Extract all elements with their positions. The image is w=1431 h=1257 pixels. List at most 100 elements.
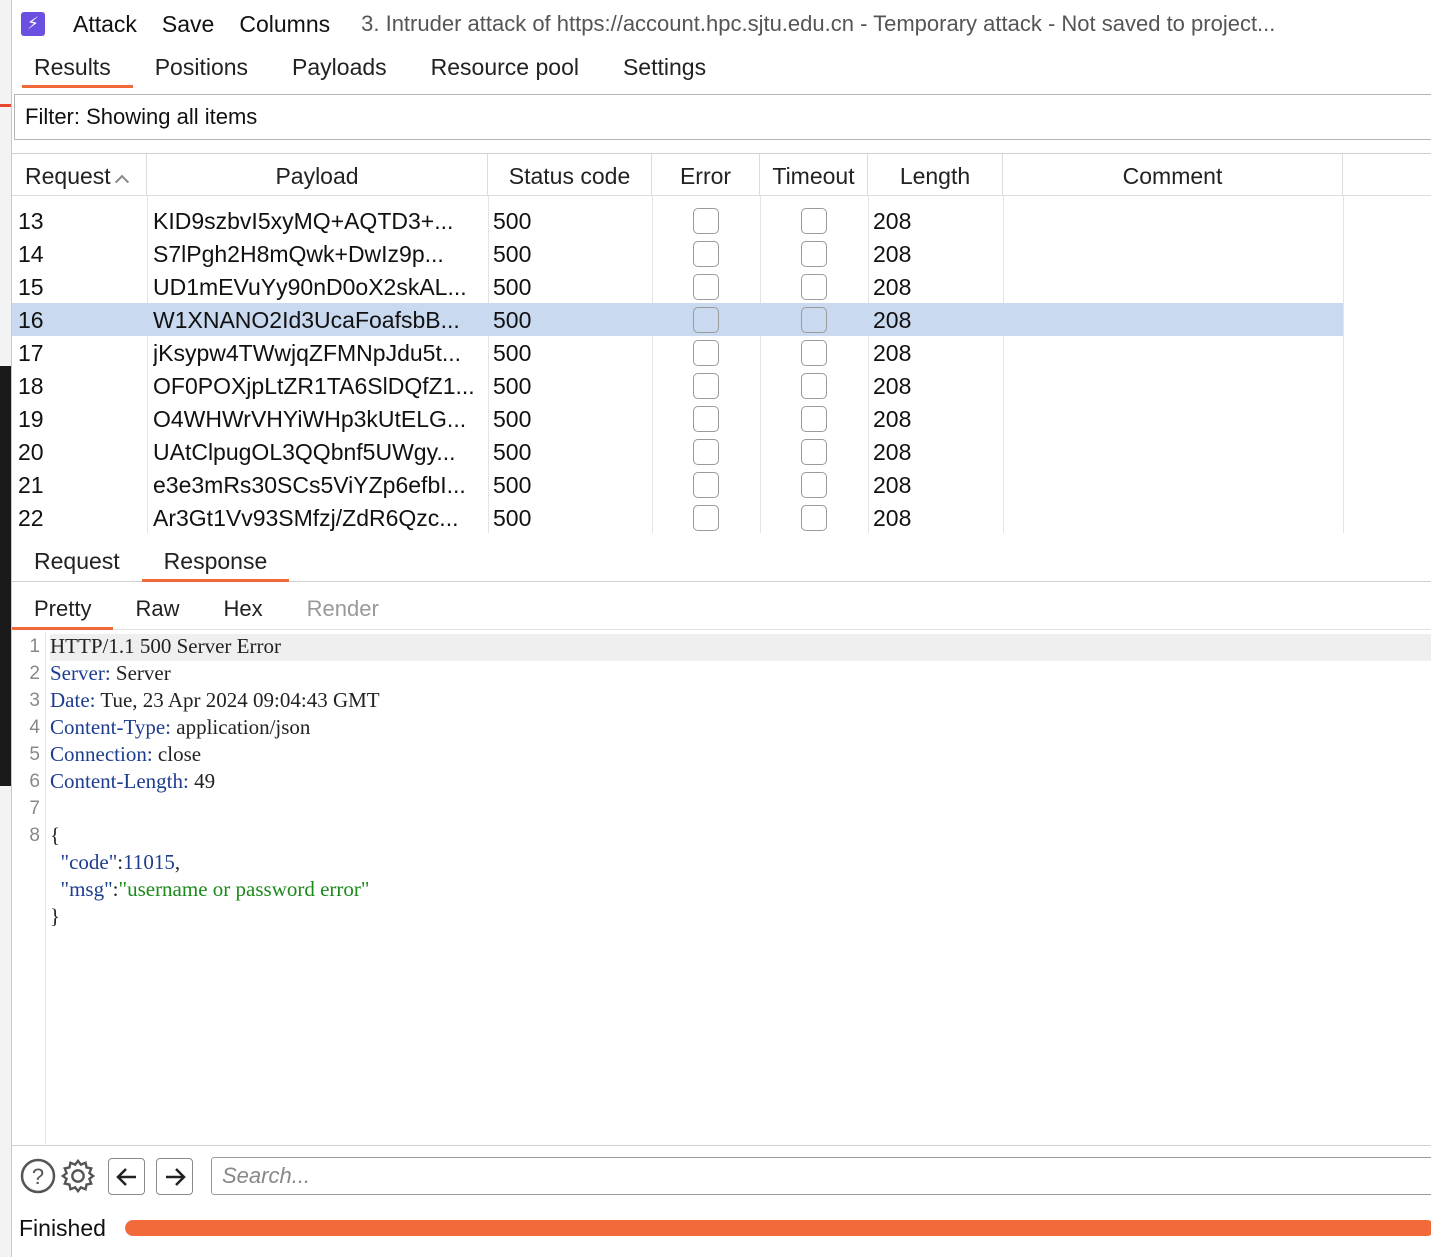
- settings-button[interactable]: [60, 1158, 96, 1194]
- cell-status: 500: [493, 406, 532, 432]
- header-name: Server: [50, 661, 105, 685]
- back-button[interactable]: [108, 1158, 145, 1195]
- checkbox-error: [693, 439, 719, 465]
- menu-attack[interactable]: Attack: [73, 11, 137, 38]
- gear-icon: [60, 1158, 96, 1194]
- cell-payload: OF0POXjpLtZR1TA6SlDQfZ1...: [153, 373, 475, 399]
- tab-positions[interactable]: Positions: [133, 48, 270, 88]
- cell-payload: O4WHWrVHYiWHp3kUtELG...: [153, 406, 467, 432]
- column-header-length[interactable]: Length: [868, 154, 1003, 196]
- forward-button[interactable]: [156, 1158, 193, 1195]
- search-input[interactable]: [211, 1157, 1431, 1195]
- checkbox-error: [693, 307, 719, 333]
- cell-request: 22: [18, 505, 44, 531]
- cell-length: 208: [873, 274, 912, 300]
- checkbox-error: [693, 274, 719, 300]
- cell-status: 500: [493, 274, 532, 300]
- cell-length: 208: [873, 241, 912, 267]
- tab-settings[interactable]: Settings: [601, 48, 728, 88]
- table-row[interactable]: 20 UAtClpugOL3QQbnf5UWgy... 500 208: [12, 435, 1343, 468]
- arrow-left-icon: [115, 1167, 136, 1186]
- checkbox-timeout: [801, 340, 827, 366]
- checkbox-timeout: [801, 472, 827, 498]
- checkbox-error: [693, 208, 719, 234]
- svg-text:?: ?: [32, 1164, 44, 1189]
- checkbox-error: [693, 373, 719, 399]
- json-string: "username or password error": [118, 877, 370, 901]
- cell-payload: e3e3mRs30SCs5ViYZp6efbI...: [153, 472, 466, 498]
- table-row[interactable]: 21 e3e3mRs30SCs5ViYZp6efbI... 500 208: [12, 468, 1343, 501]
- status-text: Finished: [19, 1215, 106, 1241]
- cell-request: 20: [18, 439, 44, 465]
- table-row[interactable]: 14 S7lPgh2H8mQwk+DwIz9p... 500 208: [12, 237, 1343, 270]
- cell-request: 18: [18, 373, 44, 399]
- table-row[interactable]: 22 Ar3Gt1Vv93SMfzj/ZdR6Qzc... 500 208: [12, 501, 1343, 533]
- header-separator: :: [146, 742, 158, 766]
- header-line: Date: Tue, 23 Apr 2024 09:04:43 GMT: [50, 688, 380, 715]
- header-line: Server: Server: [50, 661, 171, 688]
- table-row[interactable]: 15 UD1mEVuYy90nD0oX2skAL... 500 208: [12, 270, 1343, 303]
- progress-bar: [125, 1220, 1431, 1236]
- cell-length: 208: [873, 340, 912, 366]
- table-row[interactable]: 19 O4WHWrVHYiWHp3kUtELG... 500 208: [12, 402, 1343, 435]
- tab-pretty[interactable]: Pretty: [12, 590, 114, 630]
- header-separator: :: [89, 688, 101, 712]
- tab-raw[interactable]: Raw: [113, 590, 201, 630]
- table-row[interactable]: 18 OF0POXjpLtZR1TA6SlDQfZ1... 500 208: [12, 369, 1343, 402]
- cell-status: 500: [493, 307, 532, 333]
- json-key: "msg": [60, 877, 113, 901]
- line-number: 2: [29, 663, 40, 684]
- cell-payload: S7lPgh2H8mQwk+DwIz9p...: [153, 241, 444, 267]
- cell-length: 208: [873, 439, 912, 465]
- cell-length: 208: [873, 472, 912, 498]
- checkbox-error: [693, 505, 719, 531]
- cell-request: 13: [18, 208, 44, 234]
- tab-request[interactable]: Request: [12, 540, 142, 582]
- menu-columns[interactable]: Columns: [239, 11, 330, 38]
- editor-toolbar: ?: [12, 1145, 1431, 1207]
- progress-fill: [125, 1220, 1431, 1236]
- cell-length: 208: [873, 208, 912, 234]
- filter-bar[interactable]: Filter: Showing all items: [14, 94, 1431, 140]
- table-row[interactable]: 17 jKsypw4TWwjqZFMNpJdu5t... 500 208: [12, 336, 1343, 369]
- column-header-request[interactable]: Request: [12, 154, 147, 196]
- table-body: 13 KID9szbvI5xyMQ+AQTD3+... 500 208 14 S7lPgh…: [12, 196, 1431, 533]
- table-row[interactable]: 13 KID9szbvI5xyMQ+AQTD3+... 500 208: [12, 204, 1343, 237]
- line-number: 1: [29, 636, 40, 657]
- column-header-comment[interactable]: Comment: [1003, 154, 1343, 196]
- response-editor[interactable]: 1 2 3 4 5 6 7 8 HTTP/1.1 500 Server Erro…: [12, 632, 1431, 1144]
- burp-lightning-icon: ⚡: [21, 12, 45, 36]
- line-number: 6: [29, 771, 40, 792]
- tab-payloads[interactable]: Payloads: [270, 48, 409, 88]
- cell-length: 208: [873, 406, 912, 432]
- json-close-brace: }: [50, 904, 61, 928]
- cell-status: 500: [493, 340, 532, 366]
- tab-render[interactable]: Render: [285, 590, 401, 630]
- table-header: Request Payload Status code Error Timeou…: [12, 154, 1431, 196]
- cell-status: 500: [493, 208, 532, 234]
- cell-payload: UAtClpugOL3QQbnf5UWgy...: [153, 439, 456, 465]
- column-header-error[interactable]: Error: [652, 154, 760, 196]
- column-header-payload[interactable]: Payload: [147, 154, 488, 196]
- results-table: Request Payload Status code Error Timeou…: [12, 153, 1431, 533]
- tab-response[interactable]: Response: [141, 540, 290, 582]
- intruder-attack-window: ⚡ Attack Save Columns 3. Intruder attack…: [11, 0, 1431, 1257]
- menu-save[interactable]: Save: [162, 11, 214, 38]
- tab-hex[interactable]: Hex: [201, 590, 284, 630]
- tab-results[interactable]: Results: [12, 48, 133, 88]
- column-header-status-code[interactable]: Status code: [488, 154, 652, 196]
- header-separator: :: [182, 769, 195, 793]
- checkbox-timeout: [801, 307, 827, 333]
- checkbox-error: [693, 241, 719, 267]
- window-title: 3. Intruder attack of https://account.hp…: [361, 11, 1276, 36]
- help-button[interactable]: ?: [20, 1158, 56, 1194]
- table-row[interactable]: 16 W1XNANO2Id3UcaFoafsbB... 500 208: [12, 303, 1343, 336]
- header-name: Date: [50, 688, 90, 712]
- column-header-timeout[interactable]: Timeout: [760, 154, 868, 196]
- header-value: close: [157, 742, 202, 766]
- tab-resource-pool[interactable]: Resource pool: [409, 48, 601, 88]
- cell-status: 500: [493, 241, 532, 267]
- table-row-partial: [12, 196, 1343, 204]
- cell-length: 208: [873, 307, 912, 333]
- header-value: Tue, 23 Apr 2024 09:04:43 GMT: [100, 688, 380, 712]
